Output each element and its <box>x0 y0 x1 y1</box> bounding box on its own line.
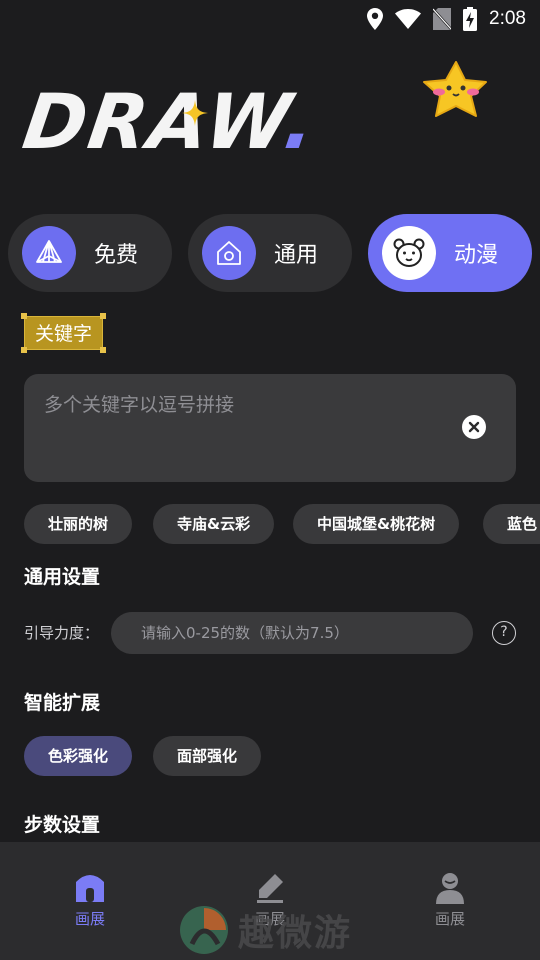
watermark: 趣微游 <box>178 904 352 956</box>
keyword-input[interactable] <box>44 390 444 420</box>
wifi-icon <box>395 9 422 29</box>
selection-handle <box>21 347 27 353</box>
selection-handle <box>100 313 107 319</box>
app-logo: DRAW. <box>18 77 364 166</box>
logo-word: DRAW <box>17 77 292 166</box>
tab-label: 画展 <box>74 910 105 928</box>
home-icon <box>76 875 104 902</box>
selection-handle <box>100 347 107 353</box>
prism-icon <box>22 226 76 280</box>
suggestion-chip[interactable]: 蓝色 <box>483 504 540 544</box>
pencil-icon <box>257 874 283 903</box>
help-icon[interactable]: ? <box>492 621 516 645</box>
steps-settings-title: 步数设置 <box>24 814 101 836</box>
category-label: 通用 <box>274 243 319 268</box>
category-anime[interactable]: 动漫 <box>368 214 532 292</box>
color-enhance-button[interactable]: 色彩强化 <box>24 736 133 776</box>
guidance-label: 引导力度： <box>24 624 100 642</box>
sparkle-icon <box>182 100 208 126</box>
star-mascot-icon <box>423 61 487 117</box>
suggestion-chip[interactable]: 中国城堡&桃花树 <box>293 504 460 544</box>
location-icon <box>367 8 384 30</box>
suggestion-chip[interactable]: 寺庙&云彩 <box>153 504 275 544</box>
face-enhance-button[interactable]: 面部强化 <box>153 736 262 776</box>
user-icon <box>436 873 464 904</box>
category-selector: 免费 通用 动漫 <box>8 214 540 294</box>
category-label: 动漫 <box>454 243 499 268</box>
smart-expand-title: 智能扩展 <box>24 692 101 714</box>
suggestion-chip[interactable]: 壮丽的树 <box>24 504 133 544</box>
house-icon <box>202 226 256 280</box>
clear-icon[interactable] <box>462 415 486 439</box>
tab-gallery[interactable]: 画展 <box>40 870 140 929</box>
no-sim-icon <box>433 8 452 30</box>
category-general[interactable]: 通用 <box>188 214 352 292</box>
guidance-input[interactable] <box>111 612 473 654</box>
tab-label: 画展 <box>434 910 465 928</box>
bear-icon <box>382 226 436 280</box>
watermark-text: 趣微游 <box>238 913 353 954</box>
status-bar: 2:08 <box>0 0 540 38</box>
battery-charging-icon <box>463 7 478 31</box>
tab-profile[interactable]: 画展 <box>400 870 500 929</box>
keyword-box <box>24 374 516 482</box>
keyword-tag: 关键字 <box>21 313 107 353</box>
category-free[interactable]: 免费 <box>8 214 172 292</box>
status-time: 2:08 <box>489 8 526 29</box>
general-settings-title: 通用设置 <box>24 566 101 588</box>
selection-handle <box>21 313 27 319</box>
watermark-logo-icon <box>180 906 228 954</box>
keyword-tag-label: 关键字 <box>35 323 93 345</box>
category-label: 免费 <box>94 243 139 268</box>
